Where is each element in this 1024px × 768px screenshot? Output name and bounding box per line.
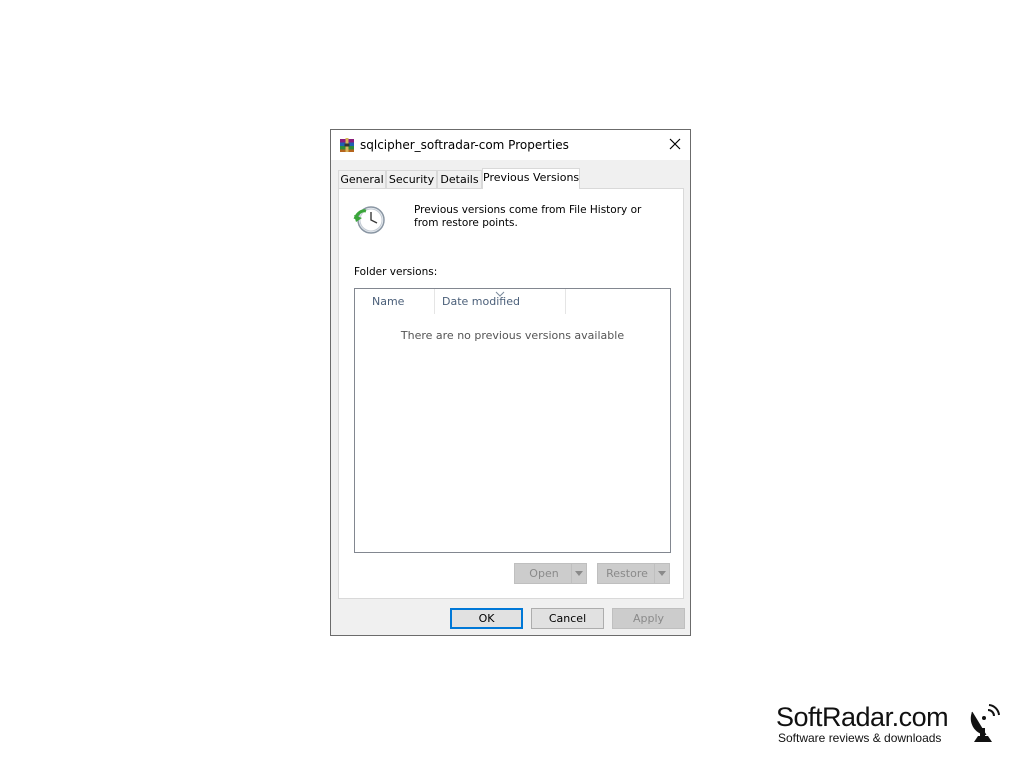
chevron-down-icon [658, 571, 666, 576]
open-button-label: Open [529, 567, 559, 580]
folder-versions-label: Folder versions: [354, 266, 438, 278]
previous-versions-panel: Previous versions come from File History… [338, 188, 684, 599]
info-text: Previous versions come from File History… [414, 204, 642, 229]
apply-button[interactable]: Apply [612, 608, 685, 629]
restore-clock-icon [353, 203, 387, 237]
sort-chevron-icon [495, 287, 505, 297]
window-title: sqlcipher_softradar-com Properties [360, 138, 569, 152]
close-icon [669, 138, 681, 153]
tab-general[interactable]: General [338, 170, 386, 188]
close-button[interactable] [660, 130, 690, 160]
tab-previous-versions[interactable]: Previous Versions [482, 168, 580, 189]
tab-details[interactable]: Details [437, 170, 482, 188]
restore-dropdown-arrow[interactable] [654, 564, 669, 583]
watermark-title: SoftRadar.com [776, 702, 949, 732]
ok-button[interactable]: OK [450, 608, 523, 629]
chevron-down-icon [575, 571, 583, 576]
cancel-button[interactable]: Cancel [531, 608, 604, 629]
versions-list[interactable]: Name Date modified There are no previous… [354, 288, 671, 553]
satellite-dish-icon [966, 702, 1004, 742]
tab-security[interactable]: Security [386, 170, 437, 188]
empty-message: There are no previous versions available [400, 329, 625, 342]
softradar-watermark: SoftRadar.com Software reviews & downloa… [776, 702, 1006, 748]
restore-button-label: Restore [606, 567, 648, 580]
watermark-subtitle: Software reviews & downloads [778, 731, 942, 745]
title-bar: sqlcipher_softradar-com Properties [331, 130, 690, 160]
restore-button[interactable]: Restore [597, 563, 670, 584]
winrar-archive-icon [339, 137, 355, 153]
open-dropdown-arrow[interactable] [571, 564, 586, 583]
column-header-name[interactable]: Name [365, 289, 435, 314]
properties-dialog: sqlcipher_softradar-com Properties Gener… [330, 129, 691, 636]
open-button[interactable]: Open [514, 563, 587, 584]
